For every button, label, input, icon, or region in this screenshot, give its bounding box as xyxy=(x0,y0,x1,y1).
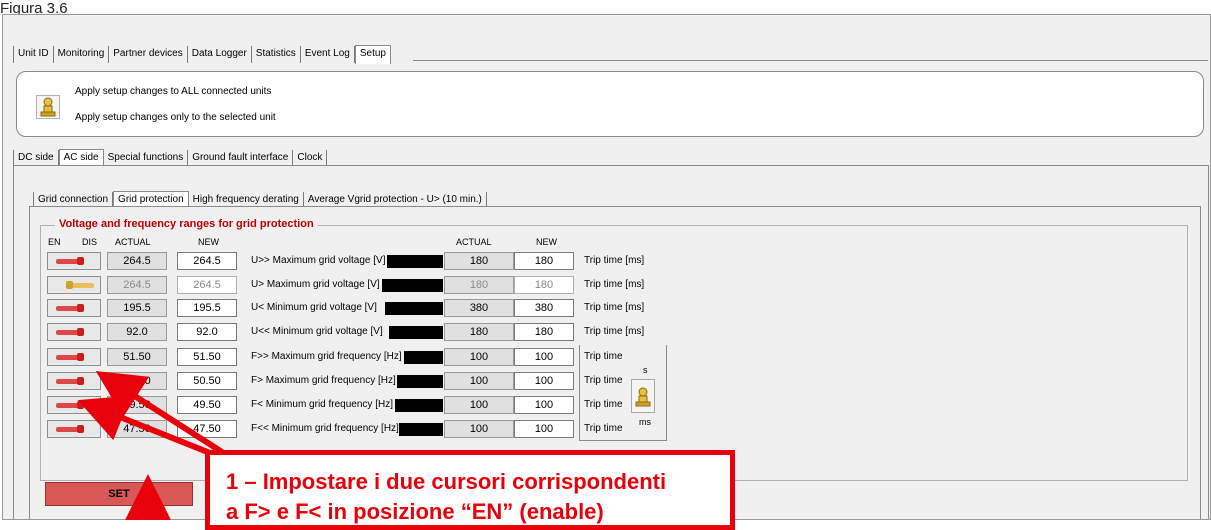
annotation-callout: 1 – Impostare i due cursori corrisponden… xyxy=(205,450,735,530)
annotation-line-2: a F> e F< in posizione “EN” (enable) xyxy=(226,499,604,524)
arrow-to-f-max xyxy=(95,371,224,455)
arrow-to-f-min xyxy=(77,395,217,458)
annotation-arrows xyxy=(77,371,224,520)
annotation-line-1: 1 – Impostare i due cursori corrisponden… xyxy=(226,469,667,494)
